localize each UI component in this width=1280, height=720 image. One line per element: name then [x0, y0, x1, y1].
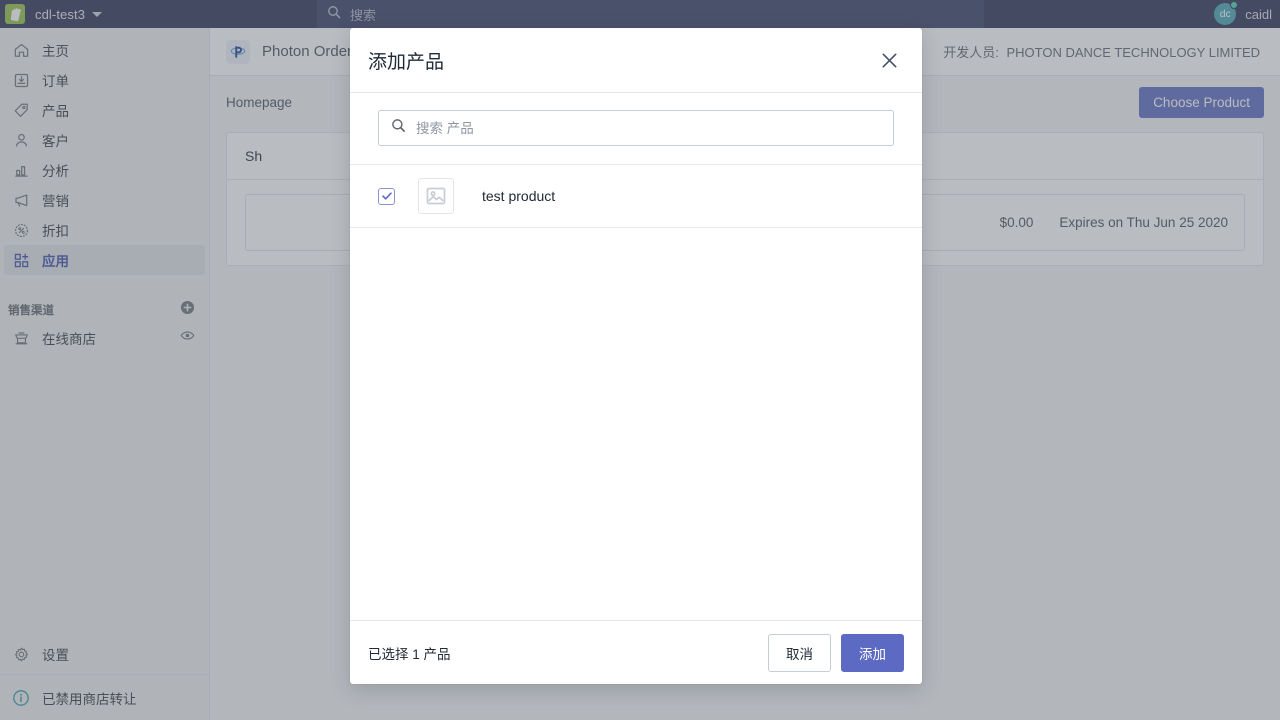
product-name: test product — [482, 188, 556, 204]
modal-header: 添加产品 — [350, 28, 922, 93]
selection-status: 已选择 1 产品 — [368, 646, 451, 662]
product-checkbox[interactable] — [378, 187, 395, 205]
image-placeholder-icon — [418, 178, 454, 214]
modal-footer: 已选择 1 产品 取消 添加 — [350, 620, 922, 684]
product-list[interactable]: test product — [350, 164, 922, 620]
modal-search-area — [350, 93, 922, 146]
search-icon — [391, 118, 406, 138]
add-product-modal: 添加产品 搜索 产品 test product 已选择 1 产品 取消 添加 — [350, 28, 922, 684]
add-button[interactable]: 添加 — [841, 633, 904, 672]
search-input[interactable] — [416, 120, 893, 136]
modal-title: 添加产品 — [368, 51, 445, 73]
cancel-button[interactable]: 取消 — [768, 633, 831, 672]
close-icon[interactable] — [874, 45, 904, 75]
modal-actions: 取消 添加 — [768, 633, 904, 672]
list-item[interactable]: test product — [350, 164, 922, 228]
modal-search-box[interactable] — [378, 110, 894, 146]
